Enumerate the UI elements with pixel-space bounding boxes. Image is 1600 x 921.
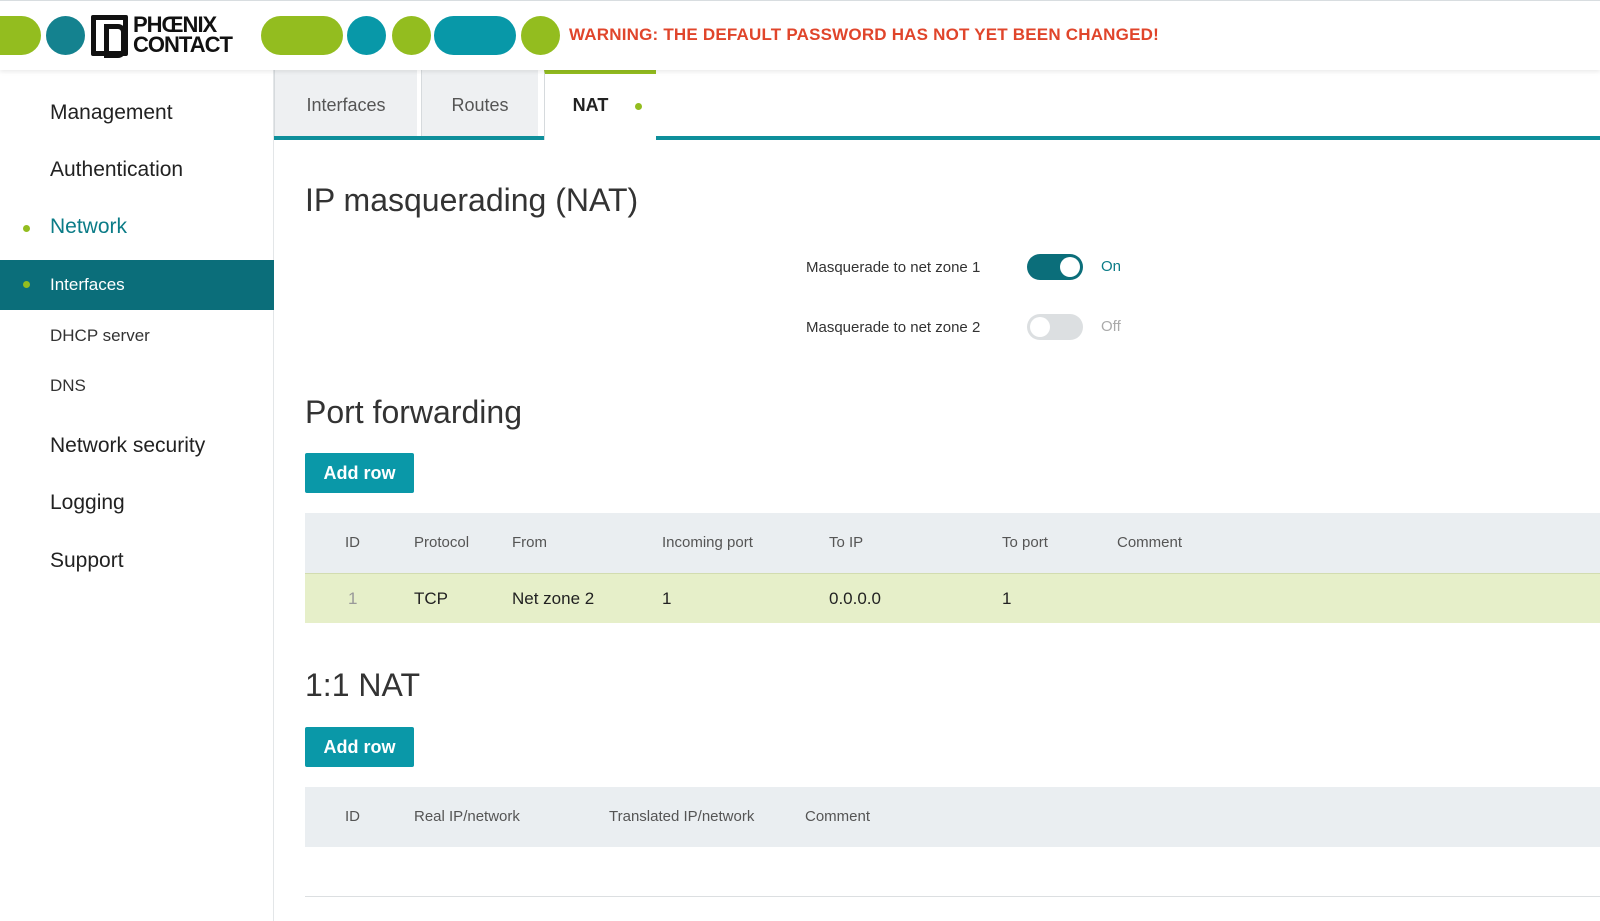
sidebar-item-management[interactable]: Management [0,101,274,125]
sidebar-item-dhcp-server[interactable]: DHCP server [0,326,274,346]
zone2-toggle[interactable] [1027,314,1083,340]
sidebar-item-interfaces[interactable]: Interfaces [0,260,274,310]
sidebar-item-network-security[interactable]: Network security [0,434,274,458]
zone2-state: Off [1101,318,1121,335]
section-title-masquerading: IP masquerading (NAT) [305,182,639,218]
column-header-translated-ip[interactable]: Translated IP/network [609,787,754,847]
zone2-label: Masquerade to net zone 2 [806,319,981,336]
sidebar-item-dns[interactable]: DNS [0,376,274,396]
sidebar-item-label: DHCP server [50,326,150,345]
sidebar-item-label: Support [50,549,124,572]
phoenix-contact-logo[interactable]: PHŒNIX CONTACT [91,14,255,58]
section-title-port-forwarding: Port forwarding [305,394,522,430]
column-header-to-port[interactable]: To port [1002,513,1048,573]
tab-bar: Interfaces Routes NAT [274,70,1600,140]
sidebar-item-label: Logging [50,491,125,514]
toggle-knob [1060,257,1080,277]
column-header-real-ip[interactable]: Real IP/network [414,787,520,847]
cell-from[interactable]: Net zone 2 [512,574,594,624]
brand-green-circle [521,16,560,55]
logo-mark-icon [91,15,128,58]
sidebar-item-label: Network security [50,434,206,457]
sidebar-item-network[interactable]: Network [0,215,274,239]
brand-teal-circle [46,16,85,55]
tab-label: NAT [572,95,609,115]
tab-label: Routes [451,95,509,115]
zone1-toggle[interactable] [1027,254,1083,280]
tab-underline [274,136,1600,140]
sidebar-item-label: Management [50,101,173,124]
sidebar: Management Authentication Network Interf… [0,70,274,921]
sidebar-item-label: Interfaces [50,275,125,294]
sidebar-item-label: Authentication [50,158,184,181]
brand-teal-circle [347,16,386,55]
cell-id: 1 [348,589,358,608]
nat-table-empty-body [305,847,1600,897]
nat-add-row-button[interactable]: Add row [305,727,414,767]
sidebar-item-authentication[interactable]: Authentication [0,158,274,182]
active-dot-icon [635,103,642,110]
tab-label: Interfaces [306,95,386,115]
brand-green-pill [0,16,41,55]
tab-nat[interactable]: NAT [544,70,656,140]
brand-green-pill [261,16,343,55]
active-dot-icon [23,225,30,232]
column-header-id[interactable]: ID [345,787,360,847]
port-forwarding-table-header: ID Protocol From Incoming port To IP To … [305,513,1600,573]
column-header-to-ip[interactable]: To IP [829,513,863,573]
tab-interfaces[interactable]: Interfaces [274,70,417,136]
cell-to-ip[interactable]: 0.0.0.0 [829,574,881,624]
brand-green-circle [392,16,431,55]
sidebar-item-support[interactable]: Support [0,549,274,573]
zone1-label: Masquerade to net zone 1 [806,259,981,276]
sidebar-item-label: DNS [50,376,86,395]
section-title-one-to-one-nat: 1:1 NAT [305,667,420,703]
column-header-comment[interactable]: Comment [1117,513,1182,573]
column-header-protocol[interactable]: Protocol [414,513,469,573]
cell-protocol[interactable]: TCP [414,574,448,624]
column-header-from[interactable]: From [512,513,547,573]
zone1-state: On [1101,258,1122,275]
column-header-incoming-port[interactable]: Incoming port [662,513,753,573]
cell-incoming-port[interactable]: 1 [662,574,671,624]
column-header-id[interactable]: ID [345,513,360,573]
logo-text-line2: CONTACT [133,32,233,57]
toggle-knob [1030,317,1050,337]
cell-to-port[interactable]: 1 [1002,574,1011,624]
sidebar-item-logging[interactable]: Logging [0,491,274,515]
column-header-comment[interactable]: Comment [805,787,870,847]
sidebar-item-label: Network [50,215,128,238]
tab-routes[interactable]: Routes [421,70,538,136]
nat-table-header: ID Real IP/network Translated IP/network… [305,787,1600,847]
brand-teal-pill [434,16,516,55]
default-password-warning: WARNING: THE DEFAULT PASSWORD HAS NOT YE… [569,25,1159,44]
table-row[interactable]: 1 TCP Net zone 2 1 0.0.0.0 1 [305,573,1600,623]
top-header: PHŒNIX CONTACT WARNING: THE DEFAULT PASS… [0,0,1600,70]
active-dot-icon [23,281,30,288]
port-forwarding-add-row-button[interactable]: Add row [305,453,414,493]
